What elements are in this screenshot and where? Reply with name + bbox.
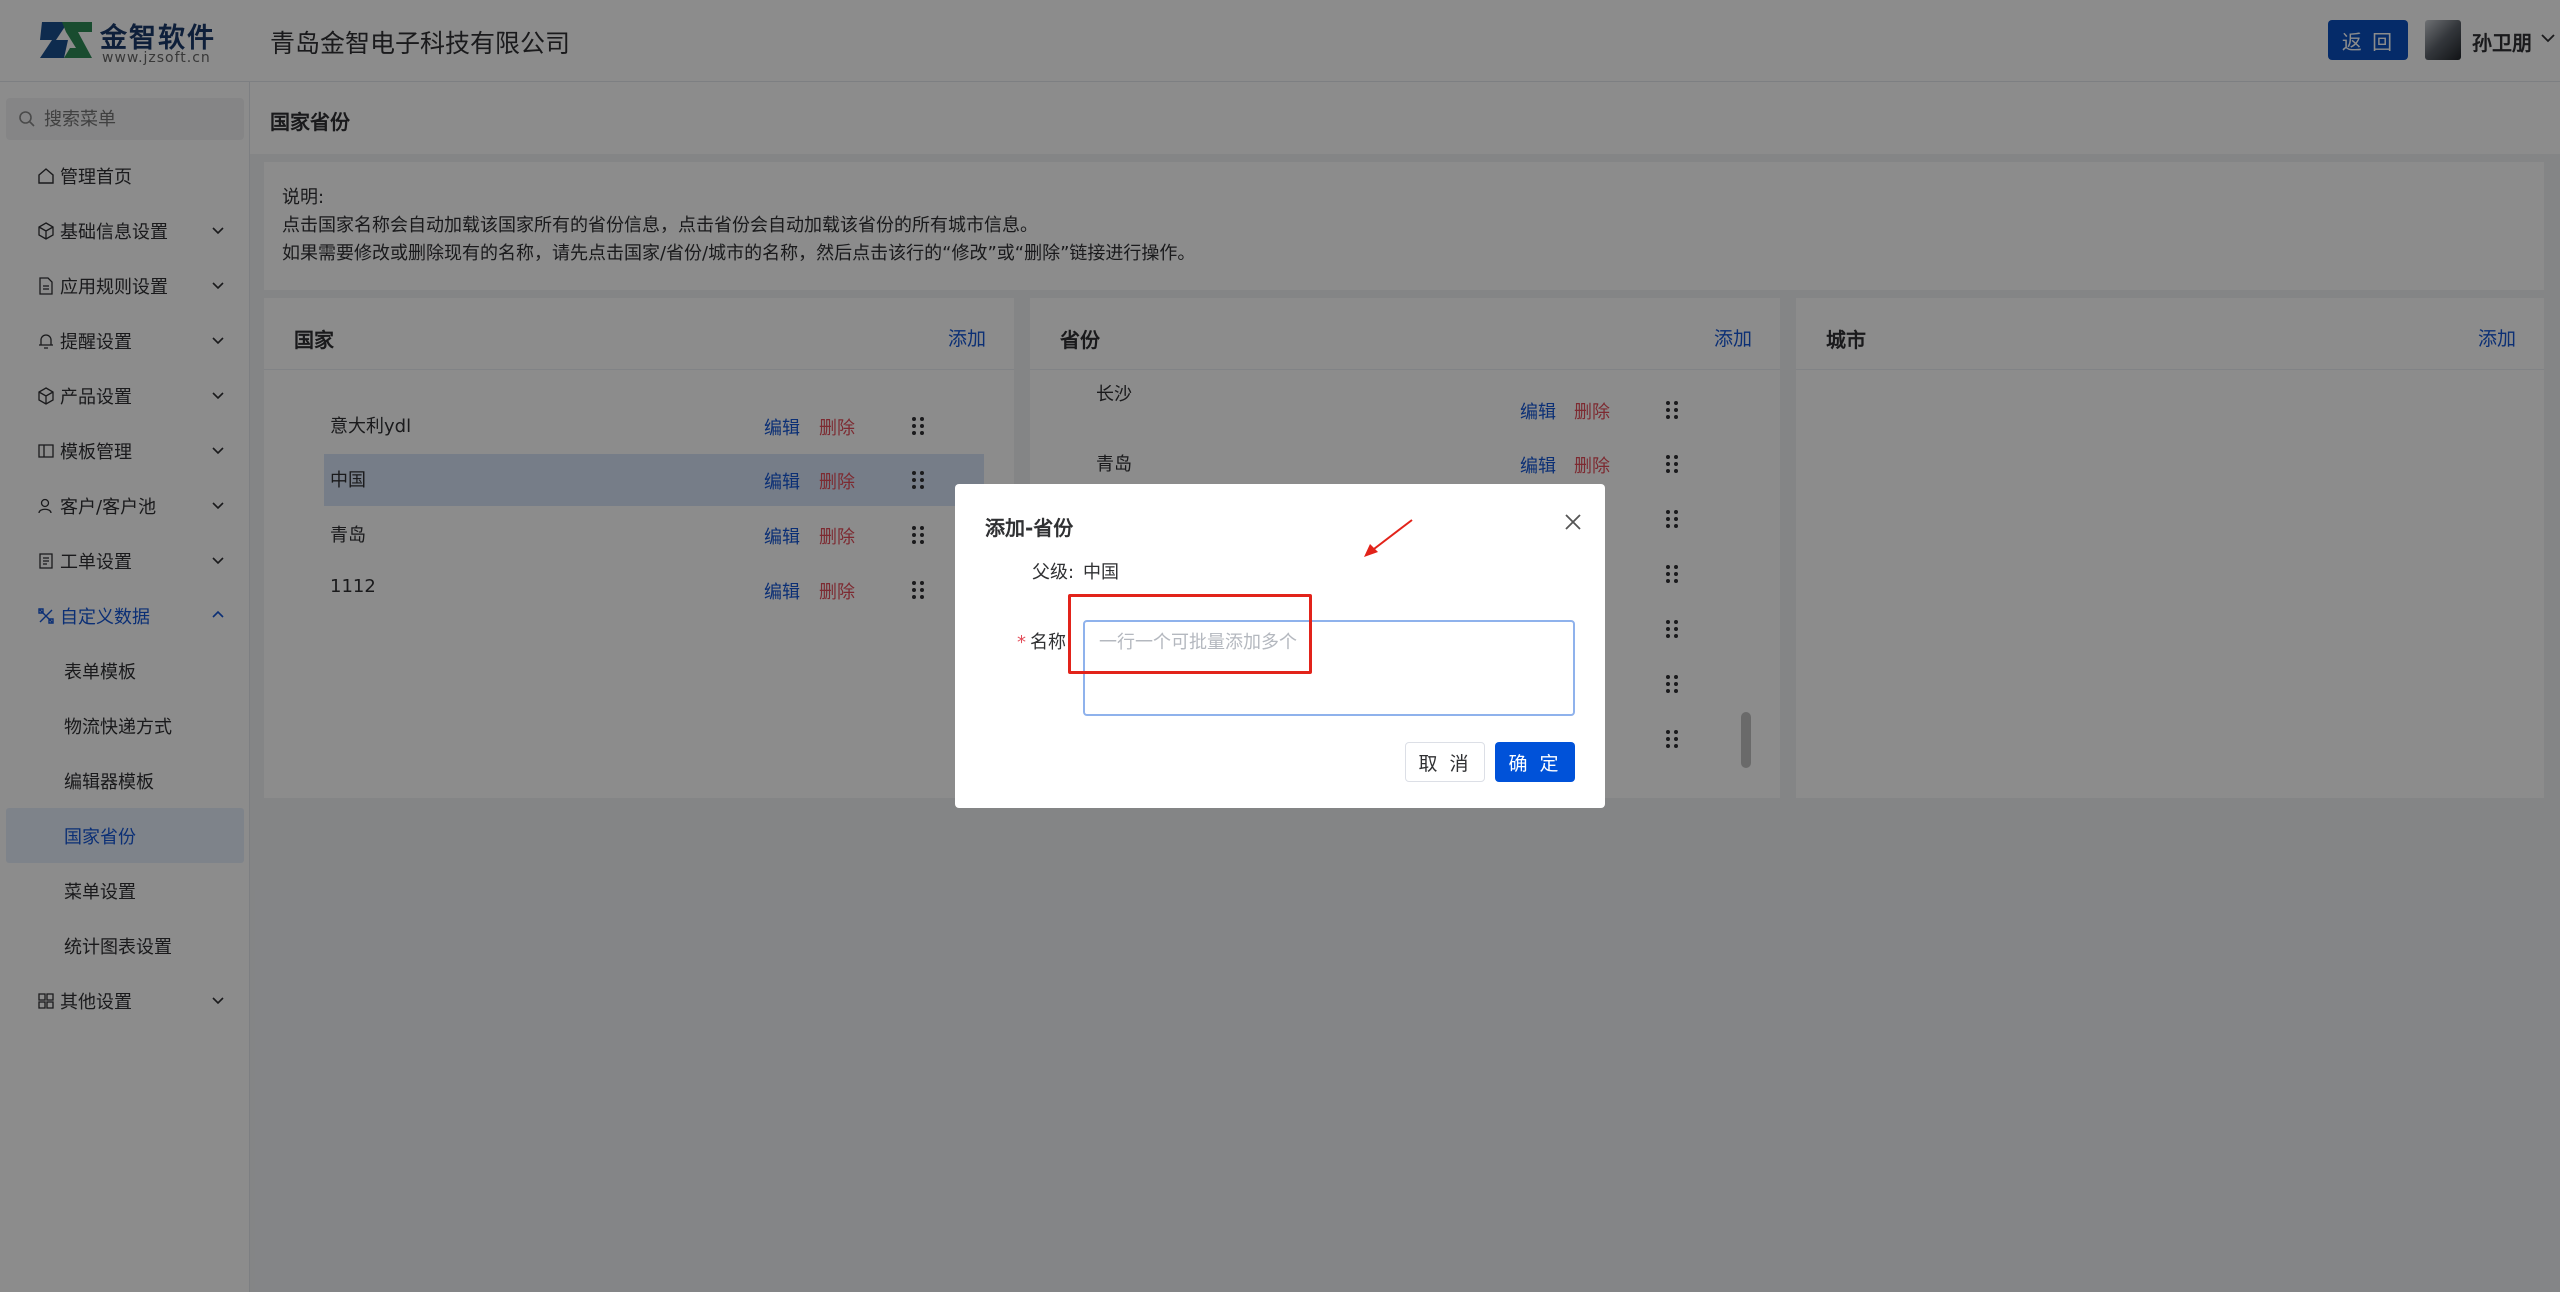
close-icon[interactable] [1561, 510, 1585, 534]
parent-value: 中国 [1083, 562, 1119, 583]
parent-label: 父级: [1032, 562, 1075, 583]
dialog-title: 添加-省份 [985, 516, 1074, 540]
confirm-button[interactable]: 确 定 [1495, 742, 1575, 782]
cancel-button[interactable]: 取 消 [1405, 742, 1485, 782]
annotation-arrow-icon [1364, 519, 1413, 557]
annotation-highlight-box [1068, 594, 1312, 674]
name-label-text: 名称 [1030, 632, 1066, 653]
name-label: * 名称 [1017, 628, 1066, 654]
required-mark: * [1017, 632, 1026, 653]
